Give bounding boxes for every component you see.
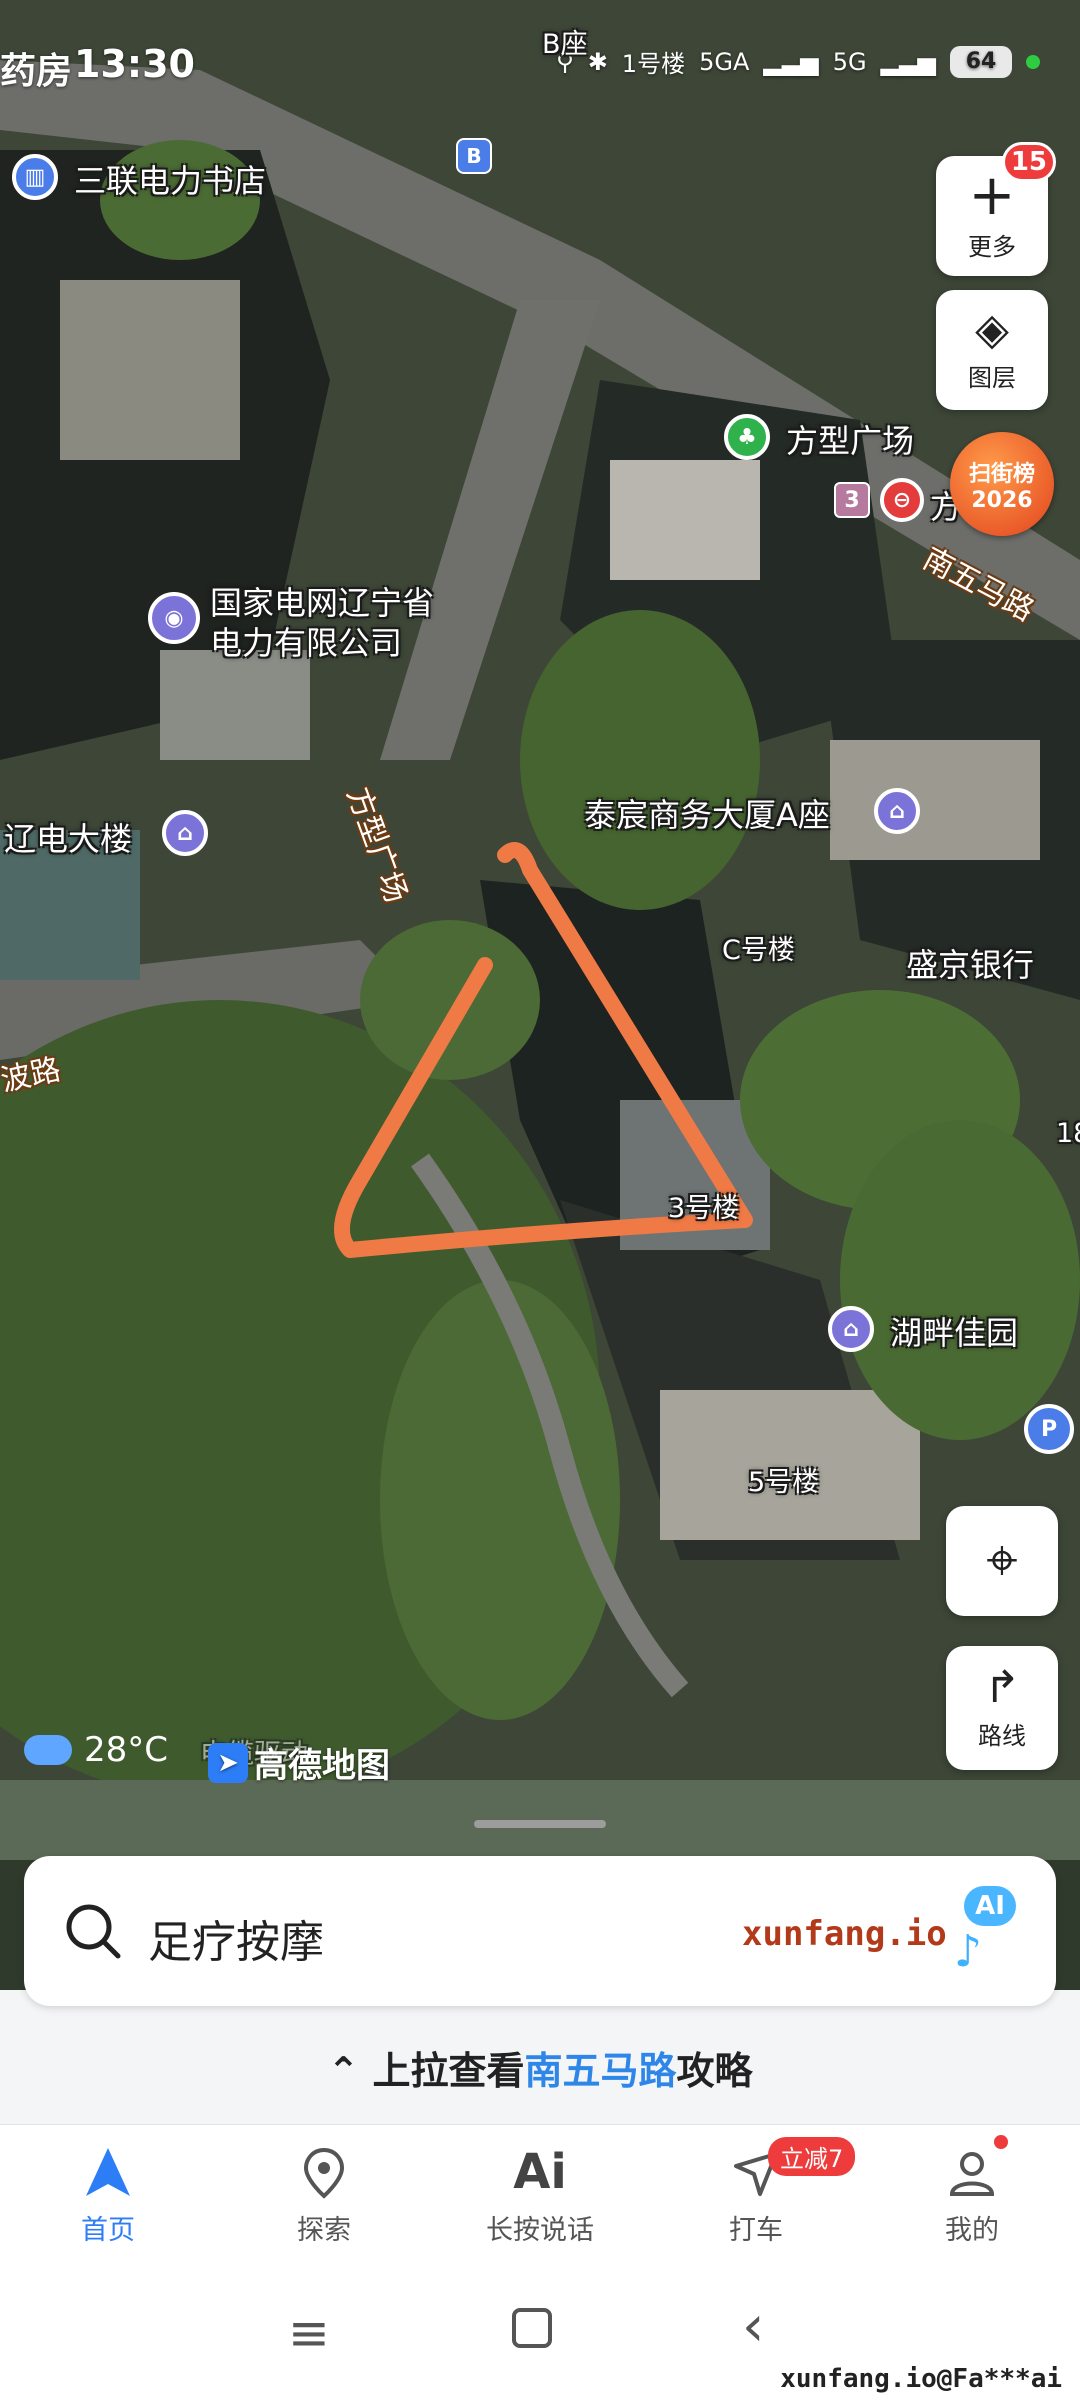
map-label-bookstore[interactable]: 三联电力书店 (74, 156, 266, 202)
signal-icon-2: ▂▃▅ (880, 47, 936, 76)
square-poi-icon[interactable]: ♣ (724, 414, 770, 460)
amap-logo-text: 高德地图 (254, 1746, 390, 1786)
tab-home[interactable]: 首页 (0, 2125, 216, 2265)
menu-nav-icon[interactable]: ≡ (288, 2304, 330, 2362)
search-placeholder: 足疗按摩 (148, 1917, 324, 1968)
map-label-edge-18[interactable]: 18 (1056, 1118, 1080, 1149)
layers-icon: ◈ (975, 303, 1009, 355)
notification-dot (994, 2135, 1008, 2149)
parking-icon[interactable]: P (1024, 1404, 1074, 1454)
tab-taxi-label: 打车 (729, 2214, 783, 2246)
building-poi-icon-taichen[interactable]: ⌂ (874, 788, 920, 834)
residential-poi-icon[interactable]: ⌂ (828, 1306, 874, 1352)
tab-taxi[interactable]: 打车 立减7 (648, 2125, 864, 2265)
map-label-taichen[interactable]: 泰宸商务大厦A座 (584, 790, 830, 836)
metro-line-badge[interactable]: 3 (834, 482, 870, 518)
status-icons: ⚲ ✱ 1号楼 5GA ▂▃▅ 5G ▂▃▅ 64 (556, 44, 1040, 79)
building-poi-icon-liaodian[interactable]: ⌂ (162, 810, 208, 856)
tab-explore[interactable]: 探索 (216, 2125, 432, 2265)
voice-mic-icon[interactable]: ♪ (954, 1926, 982, 1977)
signal-icon-1: ▂▃▅ (763, 47, 819, 76)
search-watermark: xunfang.io (742, 1914, 947, 1954)
weather-widget[interactable]: 28°C (24, 1730, 168, 1770)
chevron-up-icon: ⌃ (327, 2049, 373, 2093)
search-icon (66, 1904, 121, 1959)
search-bar[interactable]: 足疗按摩 xunfang.io ♪ AI (24, 1856, 1056, 2006)
home-square-icon[interactable] (512, 2308, 552, 2348)
user-icon (949, 2151, 995, 2196)
network-type-1: 5GA (699, 47, 750, 76)
amap-logo: ➤ 高德地图 (208, 1738, 390, 1787)
route-button-label: 路线 (978, 1721, 1026, 1750)
pull-up-hint[interactable]: ⌃ 上拉查看南五马路攻略 (0, 2040, 1080, 2095)
map-label-state-grid-2[interactable]: 电力有限公司 (210, 618, 402, 664)
pullup-prefix: 上拉查看 (372, 2049, 525, 2093)
route-button[interactable]: ↱ 路线 (946, 1646, 1058, 1770)
bookstore-poi-icon[interactable]: ▥ (12, 154, 58, 200)
more-badge: 15 (1001, 142, 1056, 182)
more-button-label: 更多 (968, 232, 1016, 261)
status-time: 13:30 (74, 42, 195, 86)
ai-voice-icon: Ai (513, 2143, 567, 2200)
map-label-c-building[interactable]: C号楼 (722, 928, 795, 967)
status-cut-text: 药房 (0, 51, 73, 92)
bus-stop-icon[interactable]: B (456, 138, 492, 174)
battery-icon: 64 (950, 45, 1012, 78)
plus-icon: + (968, 162, 1016, 228)
status-cut-label: 1号楼 (621, 50, 686, 78)
tab-mine-label: 我的 (945, 2214, 999, 2246)
map-label-b-zuo[interactable]: B座 (542, 22, 588, 61)
map-label-building-5[interactable]: 5号楼 (748, 1460, 819, 1499)
tab-mine[interactable]: 我的 (864, 2125, 1080, 2265)
footer-watermark: xunfang.io@Fa***ai (780, 2364, 1062, 2394)
system-navigation-bar: ≡ ‹ xunfang.io@Fa***ai (0, 2264, 1080, 2400)
cloud-icon (24, 1735, 72, 1765)
tab-voice-label: 长按说话 (486, 2214, 594, 2246)
map-label-liaodian[interactable]: 辽电大楼 (4, 814, 132, 860)
bottom-tab-bar: 首页 探索 Ai 长按说话 打车 立减7 我的 (0, 2124, 1080, 2265)
layers-button[interactable]: ◈ 图层 (936, 290, 1048, 410)
map-label-building-3[interactable]: 3号楼 (668, 1186, 739, 1225)
privacy-dot-icon (1026, 54, 1040, 69)
street-ranking-line1: 扫街榜 (968, 461, 1035, 487)
satellite-map[interactable]: 药房 13:30 ⚲ ✱ 1号楼 5GA ▂▃▅ 5G ▂▃▅ 64 B座 ▥ … (0, 0, 1080, 1860)
route-arrow-icon: ↱ (983, 1661, 1021, 1713)
taxi-discount-badge: 立减7 (768, 2137, 856, 2176)
crosshair-icon: ⌖ (986, 1528, 1018, 1593)
pullup-suffix: 攻略 (676, 2049, 753, 2093)
metro-station-icon[interactable]: ⊖ (880, 478, 924, 522)
pullup-highlight[interactable]: 南五马路 (525, 2049, 677, 2093)
street-ranking-line2: 2026 (971, 487, 1033, 513)
location-pin-icon (303, 2147, 345, 2199)
satellite-imagery (0, 0, 1080, 1860)
home-nav-icon (86, 2147, 130, 2196)
drag-handle[interactable] (474, 1820, 606, 1828)
layers-button-label: 图层 (968, 363, 1016, 392)
map-label-hupan[interactable]: 湖畔佳园 (890, 1308, 1018, 1354)
back-chevron-icon[interactable]: ‹ (742, 2294, 764, 2359)
status-bar: 药房 13:30 ⚲ ✱ 1号楼 5GA ▂▃▅ 5G ▂▃▅ 64 (0, 0, 1080, 120)
tab-home-label: 首页 (81, 2214, 135, 2246)
map-label-fangxing-square[interactable]: 方型广场 (786, 416, 914, 462)
weather-temp: 28°C (84, 1730, 169, 1770)
street-ranking-badge[interactable]: 扫街榜 2026 (950, 432, 1054, 536)
bluetooth-icon: ✱ (587, 47, 608, 76)
network-type-2: 5G (832, 47, 867, 76)
locate-me-button[interactable]: ⌖ (946, 1506, 1058, 1616)
amap-logo-icon: ➤ (208, 1742, 248, 1783)
more-button[interactable]: + 更多 15 (936, 142, 1056, 276)
tab-explore-label: 探索 (297, 2214, 351, 2246)
ai-badge[interactable]: AI (964, 1886, 1016, 1926)
tab-voice[interactable]: Ai 长按说话 (432, 2125, 648, 2265)
map-label-shengjing-bank[interactable]: 盛京银行 (906, 940, 1034, 986)
office-poi-icon[interactable]: ◉ (148, 592, 200, 644)
